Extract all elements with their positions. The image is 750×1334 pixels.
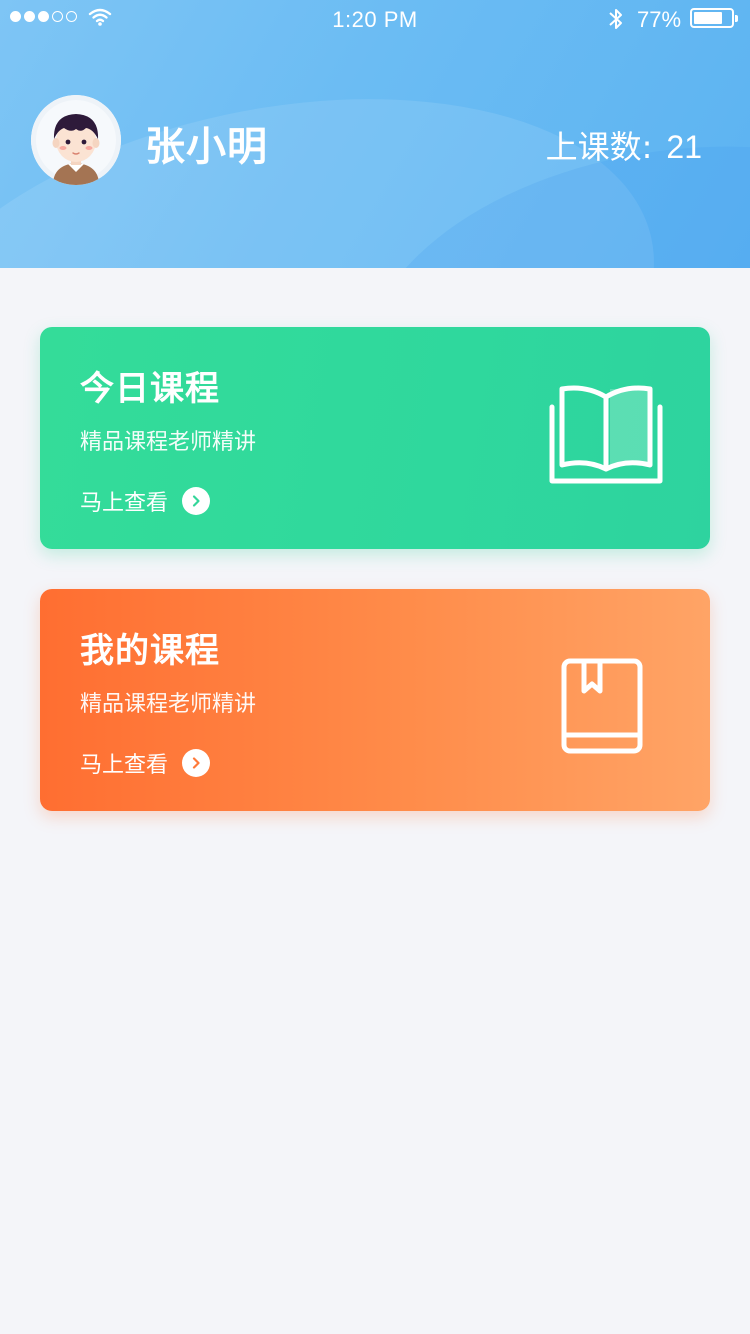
view-now-label: 马上查看 bbox=[80, 753, 169, 778]
profile-header: 1:20 PM 77% 张小明 上课数: 21 bbox=[0, 0, 750, 268]
battery-icon bbox=[690, 8, 738, 28]
battery-fill bbox=[694, 12, 722, 24]
chevron-right-icon bbox=[182, 487, 211, 515]
lesson-count-label: 上课数: bbox=[545, 128, 653, 166]
lesson-count-value: 21 bbox=[666, 129, 702, 165]
lesson-count: 上课数: 21 bbox=[546, 122, 702, 168]
bookmarked-book-icon bbox=[561, 658, 643, 754]
avatar[interactable] bbox=[31, 95, 121, 185]
view-now-link[interactable]: 马上查看 bbox=[80, 747, 211, 779]
view-now-link[interactable]: 马上查看 bbox=[80, 485, 211, 517]
chevron-right-icon bbox=[182, 749, 211, 777]
status-bar: 1:20 PM 77% bbox=[0, 0, 750, 40]
bluetooth-icon bbox=[609, 9, 622, 29]
card-subtitle: 精品课程老师精讲 bbox=[80, 692, 257, 717]
open-book-icon bbox=[549, 385, 663, 484]
boy-avatar-illustration bbox=[31, 95, 121, 185]
card-title: 今日课程 bbox=[80, 369, 220, 409]
today-course-card[interactable]: 今日课程 精品课程老师精讲 马上查看 bbox=[40, 327, 710, 549]
card-title: 我的课程 bbox=[80, 631, 220, 671]
view-now-label: 马上查看 bbox=[80, 491, 169, 516]
my-course-card[interactable]: 我的课程 精品课程老师精讲 马上查看 bbox=[40, 589, 710, 811]
card-subtitle: 精品课程老师精讲 bbox=[80, 430, 257, 455]
battery-percentage: 77% bbox=[637, 7, 682, 32]
user-name: 张小明 bbox=[145, 124, 268, 170]
